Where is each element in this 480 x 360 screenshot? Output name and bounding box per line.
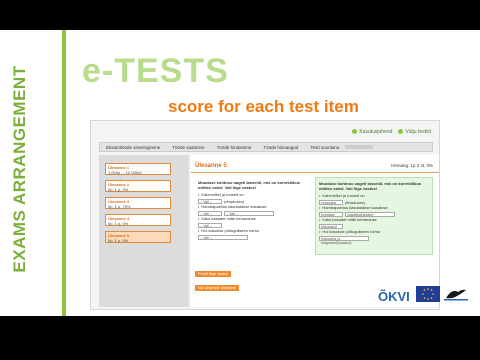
item-list-panel: Ülesanne 1 1,000p ... 10 000rd Ülesanne 2… xyxy=(99,155,189,307)
bullet-text: Kaks kasadet mitte kehanduse xyxy=(319,217,429,222)
box-header: Mooduse kohtnoo uagetl lasseidl, mis on … xyxy=(198,180,301,190)
divider xyxy=(191,172,439,173)
tab-1[interactable]: Eksamitööde sisselogimine xyxy=(100,145,166,150)
masked-field xyxy=(345,145,374,149)
list-item[interactable]: Ülesanne 1 1,000p ... 10 000rd xyxy=(105,163,171,175)
bullet-text: Kahemõtet ja rooselt on xyxy=(198,192,310,197)
list-item-active[interactable]: Ülesanne 5 0p, 1 p, 0% xyxy=(105,231,171,243)
list-item[interactable]: Ülesanne 2 0p, 1 p, 0% xyxy=(105,180,171,192)
score-text: Hinnang: 1p 2 st, 0% xyxy=(391,163,433,168)
help-icon xyxy=(352,129,358,135)
okv-logo: ÕKVI xyxy=(378,288,410,304)
help-link[interactable]: Kasutusjuhend xyxy=(352,129,392,135)
select-field[interactable]: -- Vali -- xyxy=(198,235,248,240)
letterbox-bottom xyxy=(0,316,480,360)
exit-icon xyxy=(398,129,404,135)
bullet-text: Hoi kasutust pöltuguliseen toimu xyxy=(198,228,310,233)
eu-flag-logo xyxy=(416,286,440,302)
question-panel: Ülesanne 5 Hinnang: 1p 2 st, 0% Mooduse … xyxy=(191,155,439,307)
bullet-text: Kahemõtet ja rooselt on xyxy=(319,193,429,198)
correct-answer-box: Mooduse kohtnoo uagetl lasseidl, mis on … xyxy=(315,177,433,255)
box-header: Mooduse kohtnoo uagetl lasseidl, mis on … xyxy=(319,181,422,191)
bullet-text: Hambapaeilus kasutatakse kasatuse xyxy=(198,204,310,209)
tab-2[interactable]: Tööde saatmine xyxy=(166,145,210,150)
bird-icon xyxy=(444,289,468,301)
slide-heading: e-TESTS xyxy=(82,52,229,90)
slide-subtitle: score for each test item xyxy=(168,97,359,116)
bullet-text: Hoi kasutust pöltuguliseen toimu xyxy=(319,229,429,234)
list-item[interactable]: Ülesanne 3 0p, 1 p, 75% xyxy=(105,197,171,209)
estonia-logo xyxy=(444,286,468,302)
eu-stars-icon xyxy=(422,288,434,300)
top-links: Kasutusjuhend Välju testist xyxy=(352,129,431,135)
show-answer-button[interactable]: Prooti õige vastus xyxy=(195,271,232,277)
answer-box: Mooduse kohtnoo uagetl lasseidl, mis on … xyxy=(195,177,313,255)
exit-link[interactable]: Välju testist xyxy=(398,129,431,135)
tab-4[interactable]: Tööde hinnangud xyxy=(257,145,304,150)
select-field[interactable]: Kalluvana ja hingrasesti(osakud) xyxy=(319,236,369,245)
tab-3[interactable]: Tööde hindamine xyxy=(211,145,258,150)
next-item-button[interactable]: Vali järgmine ülesanne xyxy=(195,285,240,291)
question-title: Ülesanne 5 xyxy=(195,163,227,169)
side-title: EXAMS ARRANGEMENT xyxy=(10,65,29,273)
letterbox-top xyxy=(0,0,480,30)
app-screenshot: Kasutusjuhend Välju testist Eksamitööde … xyxy=(90,120,440,310)
bullet-text: Hambapaeilus kasutatakse kasatuse xyxy=(319,205,429,210)
list-item[interactable]: Ülesanne 4 0p, 1 p, 0% xyxy=(105,214,171,226)
bullet-text: Kaks kasadet mitte kehanduse xyxy=(198,216,310,221)
tab-5[interactable]: Testi sooritanu xyxy=(304,145,345,150)
tab-bar: Eksamitööde sisselogimine Tööde saatmine… xyxy=(99,142,433,152)
